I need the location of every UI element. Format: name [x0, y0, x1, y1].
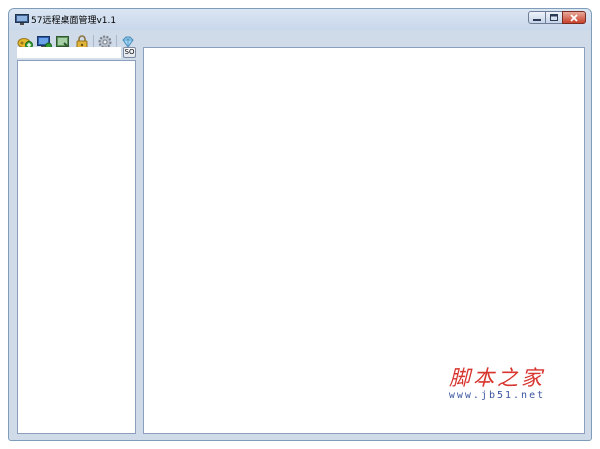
watermark: 脚本之家 www.jb51.net: [434, 366, 560, 402]
app-monitor-icon: [15, 14, 29, 25]
close-icon: [570, 13, 578, 22]
sidebar: SO: [17, 47, 136, 434]
search-button[interactable]: SO: [123, 47, 136, 58]
window-controls: [528, 11, 586, 25]
minimize-button[interactable]: [528, 11, 546, 24]
maximize-button[interactable]: [545, 11, 563, 24]
search-input[interactable]: [17, 47, 121, 59]
watermark-title: 脚本之家: [449, 366, 545, 390]
maximize-icon: [550, 14, 558, 21]
close-button[interactable]: [562, 11, 586, 24]
search-row: SO: [17, 47, 136, 59]
watermark-url: www.jb51.net: [448, 390, 546, 401]
window-title: 57远程桌面管理v1.1: [31, 16, 117, 26]
host-list-panel[interactable]: [17, 60, 136, 434]
title-bar[interactable]: 57远程桌面管理v1.1: [9, 9, 591, 30]
minimize-icon: [533, 18, 541, 21]
